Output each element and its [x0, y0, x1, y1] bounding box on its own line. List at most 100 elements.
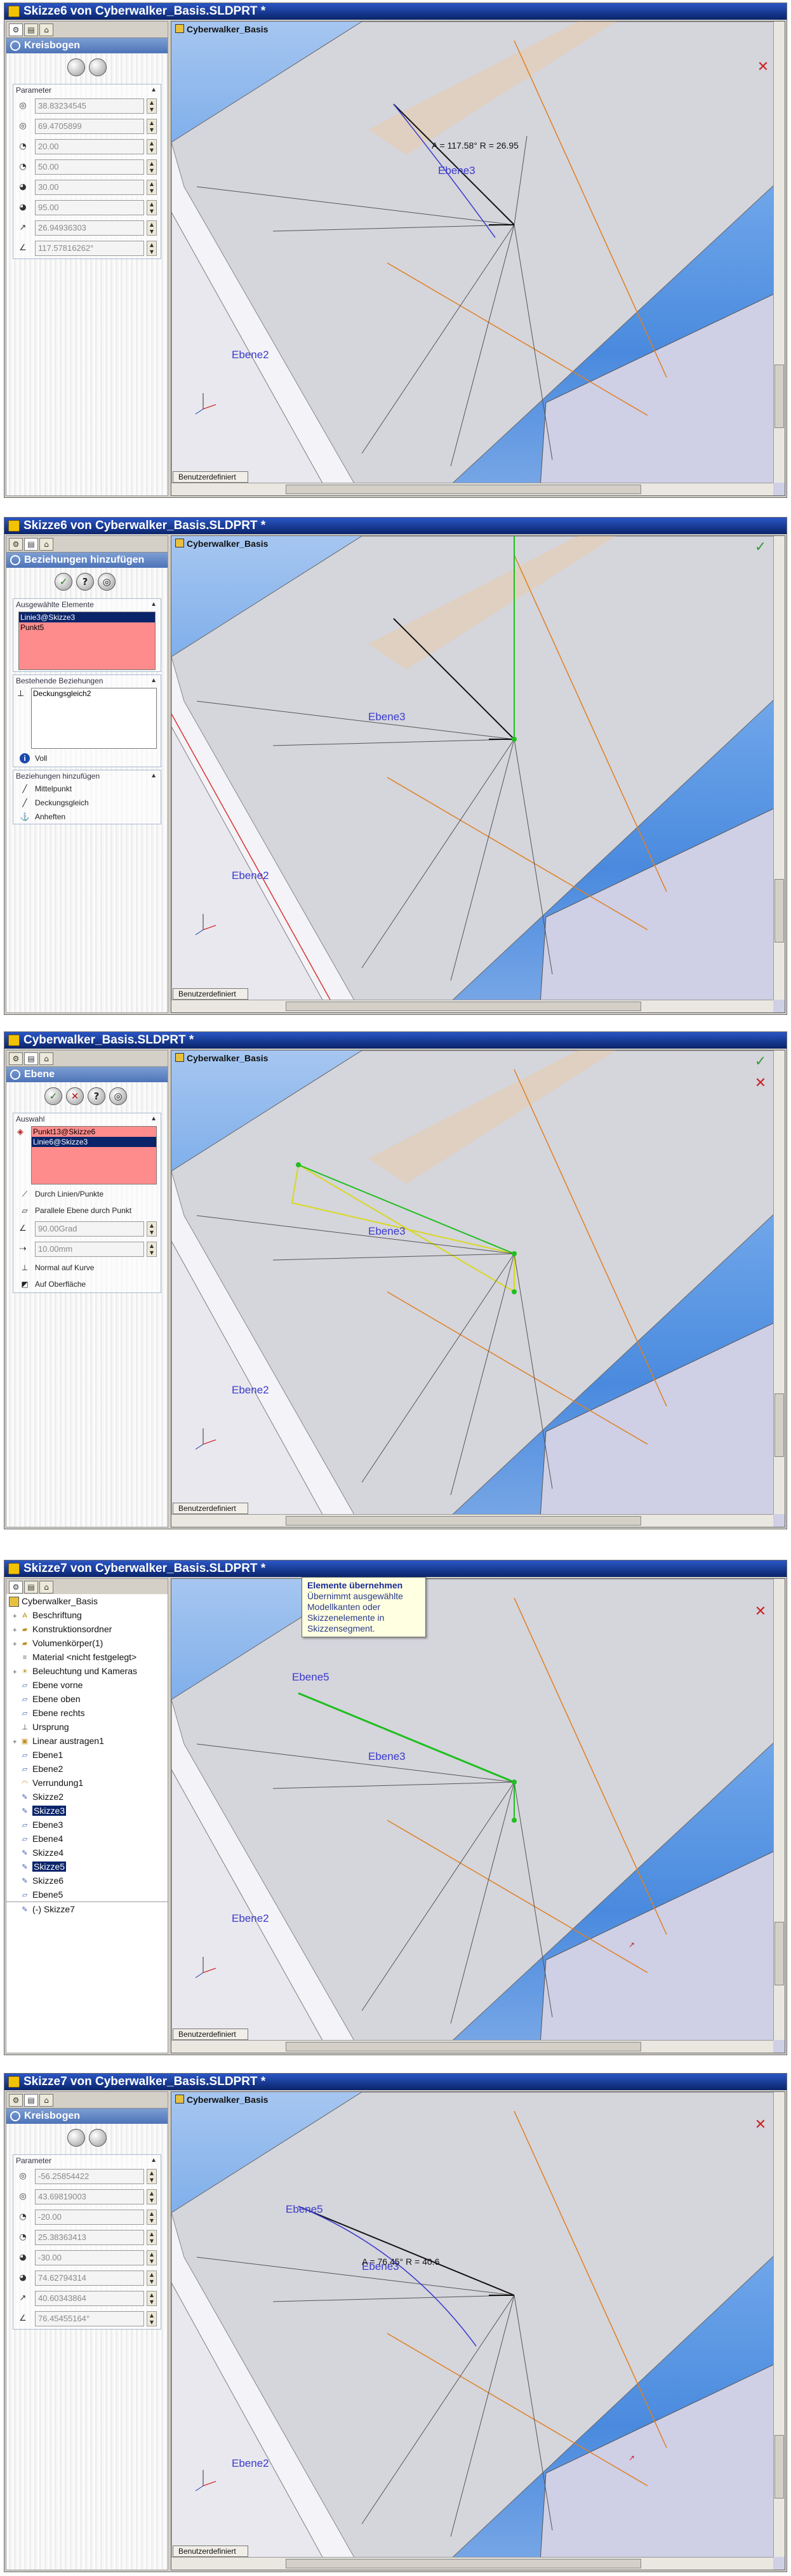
list-item[interactable]: Deckungsgleich2 — [32, 688, 156, 699]
scroll-thumb[interactable] — [774, 365, 784, 428]
confirm-corner-icon[interactable]: ✓ — [753, 1054, 768, 1070]
group-header[interactable]: Bestehende Beziehungen ▲ — [13, 675, 161, 687]
add-relation-option[interactable]: ⚓ Anheften — [13, 810, 161, 824]
tree-node[interactable]: ▱ Ebene1 — [6, 1748, 168, 1762]
param-field[interactable]: 76.45455164° — [35, 2311, 144, 2326]
tree-node[interactable]: ✎ Skizze6 — [6, 1874, 168, 1888]
preview-button[interactable]: ◎ — [109, 1087, 127, 1105]
window-2-title-bar[interactable]: Skizze6 von Cyberwalker_Basis.SLDPRT * — [4, 518, 787, 534]
viewport-label[interactable]: Cyberwalker_Basis — [174, 1052, 268, 1064]
confirm-button[interactable] — [67, 58, 85, 76]
group-header[interactable]: Beziehungen hinzufügen ▲ — [13, 770, 161, 782]
param-field[interactable]: 40.60343864 — [35, 2291, 144, 2306]
spin-button[interactable]: ▲ ▼ — [147, 2189, 157, 2204]
graphics-viewport-2[interactable]: Ebene3 Ebene2 Cyberwalker_Basis ✓ Benutz… — [171, 535, 785, 1013]
param-field[interactable]: -30.00 — [35, 2250, 144, 2265]
existing-relations-list[interactable]: Deckungsgleich2 — [31, 688, 157, 749]
offset-field[interactable]: 10.00mm — [35, 1242, 144, 1257]
configuration-tab-icon[interactable]: ⌂ — [39, 1581, 53, 1593]
property-manager-tab-icon[interactable]: ▤ — [24, 2094, 38, 2107]
tree-node-root[interactable]: Cyberwalker_Basis — [6, 1594, 168, 1608]
tree-node-active-sketch[interactable]: ✎ (-) Skizze7 — [6, 1902, 168, 1915]
group-header[interactable]: Ausgewählte Elemente ▲ — [13, 599, 161, 610]
plane-option[interactable]: ▱ Parallele Ebene durch Punkt — [13, 1202, 161, 1219]
property-manager-tab-icon[interactable]: ▤ — [24, 538, 38, 551]
spin-button[interactable]: ▲ ▼ — [147, 241, 157, 256]
expand-icon[interactable]: + — [13, 1735, 20, 1749]
spin-button[interactable]: ▲ ▼ — [147, 200, 157, 215]
param-field[interactable]: 38.83234545 — [35, 98, 144, 114]
spin-button[interactable]: ▲ ▼ — [147, 139, 157, 154]
scroll-thumb[interactable] — [774, 879, 784, 943]
tree-node[interactable]: + A Beschriftung — [6, 1608, 168, 1622]
list-item[interactable]: Punkt5 — [19, 622, 155, 633]
spin-button[interactable]: ▲ ▼ — [147, 1221, 157, 1237]
help-button[interactable]: ? — [88, 1087, 105, 1105]
view-orientation-tab[interactable]: Benutzerdefiniert — [173, 988, 248, 1000]
vertical-scrollbar[interactable] — [773, 1579, 785, 2040]
param-field[interactable]: 50.00 — [35, 159, 144, 175]
add-relation-option[interactable]: ╱ Mittelpunkt — [13, 782, 161, 796]
feature-manager-tab-icon[interactable]: ⚙ — [9, 23, 23, 36]
horizontal-scrollbar[interactable] — [171, 1000, 773, 1012]
expand-icon[interactable]: + — [13, 1637, 20, 1651]
tree-node[interactable]: ⊥ Ursprung — [6, 1720, 168, 1734]
param-field[interactable]: 95.00 — [35, 200, 144, 215]
horizontal-scrollbar[interactable] — [171, 2557, 773, 2570]
param-field[interactable]: 74.62794314 — [35, 2271, 144, 2286]
graphics-viewport-5[interactable]: ↗ Ebene5 Ebene3 Ebene2 A = 76.45° R = 40… — [171, 2091, 785, 2570]
window-1-title-bar[interactable]: Skizze6 von Cyberwalker_Basis.SLDPRT * — [4, 3, 787, 20]
view-orientation-tab[interactable]: Benutzerdefiniert — [173, 471, 248, 483]
confirm-button[interactable] — [67, 2129, 85, 2147]
spin-button[interactable]: ▲ ▼ — [147, 220, 157, 236]
viewport-label[interactable]: Cyberwalker_Basis — [174, 2093, 268, 2106]
window-3-title-bar[interactable]: Cyberwalker_Basis.SLDPRT * — [4, 1032, 787, 1049]
angle-field[interactable]: 90.00Grad — [35, 1221, 144, 1237]
vertical-scrollbar[interactable] — [773, 536, 785, 1000]
selected-entities-list[interactable]: Linie3@Skizze3 Punkt5 — [18, 612, 156, 670]
vertical-scrollbar[interactable] — [773, 2092, 785, 2557]
param-field[interactable]: 30.00 — [35, 180, 144, 195]
param-field[interactable]: 43.69819003 — [35, 2189, 144, 2204]
spin-button[interactable]: ▲ ▼ — [147, 159, 157, 175]
list-item[interactable]: Linie6@Skizze3 — [32, 1137, 156, 1147]
tree-node[interactable]: + ▣ Linear austragen1 — [6, 1734, 168, 1748]
feature-manager-tab-icon[interactable]: ⚙ — [9, 2094, 23, 2107]
tree-node[interactable]: + ☀ Beleuchtung und Kameras — [6, 1664, 168, 1678]
tree-node[interactable]: ✎ Skizze2 — [6, 1790, 168, 1804]
graphics-viewport-1[interactable]: Ebene3 Ebene2 A = 117.58° R = 26.95 Cybe… — [171, 21, 785, 496]
detail-button[interactable]: ◎ — [98, 573, 116, 591]
param-field[interactable]: -56.25854422 — [35, 2169, 144, 2184]
horizontal-scrollbar[interactable] — [171, 2040, 773, 2053]
cancel-button[interactable] — [89, 2129, 107, 2147]
feature-manager-tab-icon[interactable]: ⚙ — [9, 1052, 23, 1065]
window-4-title-bar[interactable]: Skizze7 von Cyberwalker_Basis.SLDPRT * — [4, 1560, 787, 1577]
scroll-thumb[interactable] — [286, 1516, 641, 1526]
vertical-scrollbar[interactable] — [773, 22, 785, 483]
spin-button[interactable]: ▲ ▼ — [147, 180, 157, 195]
tree-node[interactable]: ▱ Ebene2 — [6, 1762, 168, 1776]
tree-node[interactable]: ✎ Skizze4 — [6, 1846, 168, 1860]
spin-button[interactable]: ▲ ▼ — [147, 2169, 157, 2184]
param-field[interactable]: -20.00 — [35, 2210, 144, 2225]
expand-icon[interactable]: + — [13, 1665, 20, 1679]
tree-node[interactable]: ◠ Verrundung1 — [6, 1776, 168, 1790]
configuration-tab-icon[interactable]: ⌂ — [39, 1052, 53, 1065]
scroll-thumb[interactable] — [286, 2042, 641, 2051]
confirm-button[interactable]: ✓ — [55, 573, 72, 591]
feature-manager-tab-icon[interactable]: ⚙ — [9, 538, 23, 551]
spin-button[interactable]: ▲ ▼ — [147, 2311, 157, 2326]
cancel-sketch-icon[interactable]: ✕ — [753, 2117, 768, 2133]
view-orientation-tab[interactable]: Benutzerdefiniert — [173, 2546, 248, 2557]
tree-node[interactable]: ▱ Ebene4 — [6, 1832, 168, 1846]
scroll-thumb[interactable] — [286, 2559, 641, 2568]
parameter-group-header[interactable]: Parameter ▲ — [13, 84, 161, 96]
plane-option[interactable]: ◩ Auf Oberfläche — [13, 1276, 161, 1292]
tree-node[interactable]: ▱ Ebene rechts — [6, 1706, 168, 1720]
group-header[interactable]: Auswahl ▲ — [13, 1113, 161, 1125]
scroll-thumb[interactable] — [774, 1922, 784, 1985]
scroll-thumb[interactable] — [286, 1002, 641, 1011]
cancel-sketch-icon[interactable]: ✕ — [753, 1604, 768, 1620]
confirm-corner-icon[interactable]: ✓ — [753, 540, 768, 555]
list-item[interactable]: Linie3@Skizze3 — [19, 612, 155, 622]
